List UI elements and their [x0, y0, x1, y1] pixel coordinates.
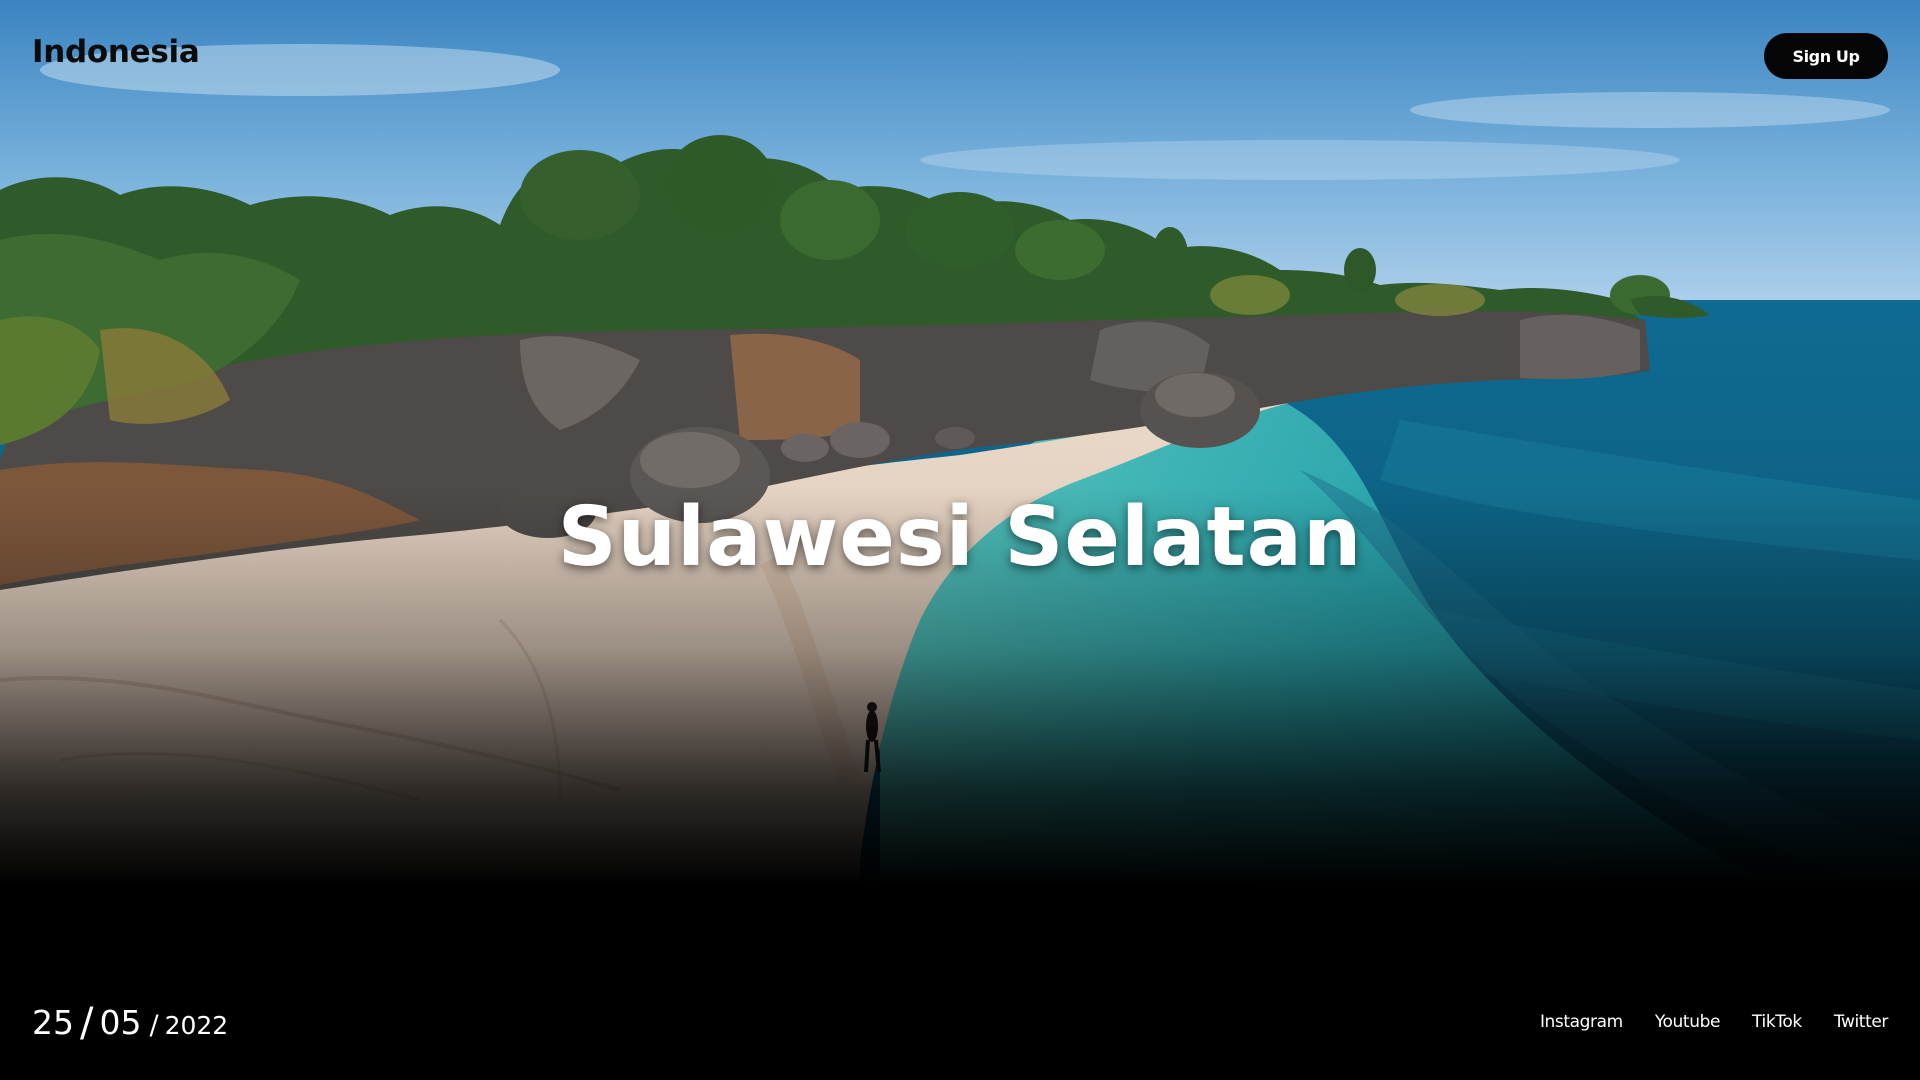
brand-logo[interactable]: Indonesia — [32, 34, 200, 70]
date-day: 25 — [32, 1003, 74, 1042]
date-year: 2022 — [164, 1011, 229, 1040]
twitter-link[interactable]: Twitter — [1834, 1012, 1889, 1032]
post-date: 25/05/2022 — [32, 998, 229, 1046]
date-separator-small: / — [149, 1010, 159, 1041]
tiktok-link[interactable]: TikTok — [1752, 1012, 1802, 1032]
social-links: Instagram Youtube TikTok Twitter — [1540, 1012, 1888, 1032]
hero-title: Sulawesi Selatan — [557, 490, 1363, 585]
youtube-link[interactable]: Youtube — [1655, 1012, 1721, 1032]
date-separator: / — [80, 1000, 94, 1046]
signup-button[interactable]: Sign Up — [1764, 33, 1888, 79]
date-month: 05 — [99, 1003, 142, 1042]
instagram-link[interactable]: Instagram — [1540, 1012, 1623, 1032]
hero-section: Indonesia Sign Up Sulawesi Selatan 25/05… — [0, 0, 1920, 1080]
